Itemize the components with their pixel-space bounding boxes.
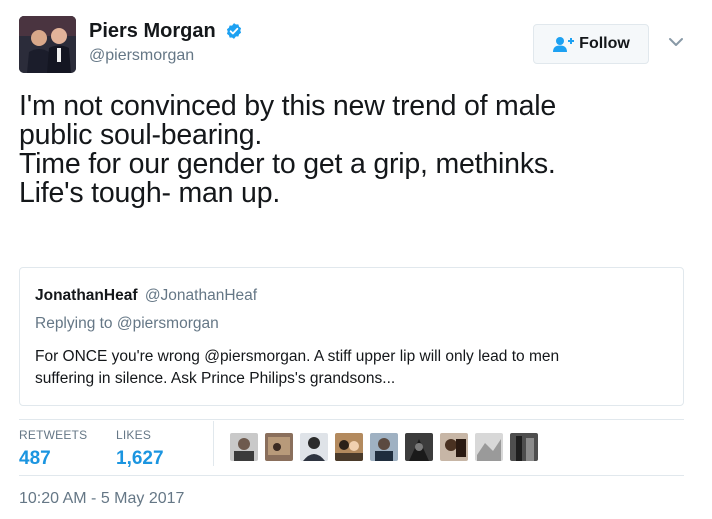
quoted-tweet-text: For ONCE you're wrong @piersmorgan. A st… [35,346,655,390]
likes-label: LIKES [116,428,152,442]
author-name[interactable]: Piers Morgan [89,19,216,43]
liker-avatar[interactable] [405,433,433,461]
tweet-timestamp[interactable]: 10:20 AM - 5 May 2017 [19,490,184,508]
liker-avatar[interactable] [300,433,328,461]
quoted-reply-context: Replying to @piersmorgan [35,315,219,332]
quoted-author-handle: @JonathanHeaf [144,287,258,304]
retweets-stat[interactable]: RETWEETS 487 [19,428,87,470]
divider [19,419,684,420]
likes-stat[interactable]: LIKES 1,627 [116,428,164,470]
tweet-text-line: Time for our gender to get a grip, methi… [19,148,556,180]
liker-avatar[interactable] [230,433,258,461]
tweet-text-line: I'm not convinced by this new trend of m… [19,90,557,122]
quoted-text-line: For ONCE you're wrong @piersmorgan. A st… [35,348,560,365]
retweets-count: 487 [19,448,51,469]
author-info: Piers Morgan @piersmorgan [89,19,243,66]
liker-avatar[interactable] [510,433,538,461]
follow-button[interactable]: Follow [533,24,649,64]
liker-avatar[interactable] [475,433,503,461]
add-person-icon [553,37,575,52]
liker-avatar[interactable] [335,433,363,461]
divider [213,421,214,466]
author-avatar[interactable] [19,16,76,73]
quoted-tweet-card[interactable]: JonathanHeaf @JonathanHeaf Replying to @… [19,267,684,406]
liker-avatars [230,433,545,461]
verified-badge-icon [227,23,242,39]
follow-button-label: Follow [579,35,630,52]
liker-avatar[interactable] [265,433,293,461]
tweet-text-line: public soul-bearing. [19,119,263,151]
quoted-tweet-header: JonathanHeaf @JonathanHeaf [35,287,257,305]
author-handle[interactable]: @piersmorgan [89,46,243,66]
chevron-down-icon[interactable] [668,36,684,48]
tweet-text: I'm not convinced by this new trend of m… [19,92,689,208]
likes-count: 1,627 [116,448,164,469]
quoted-text-line: suffering in silence. Ask Prince Philips… [35,370,396,387]
quoted-author-name: JonathanHeaf [35,287,138,304]
divider [19,475,684,476]
liker-avatar[interactable] [370,433,398,461]
liker-avatar[interactable] [440,433,468,461]
avatar-photo [19,16,76,73]
tweet-text-line: Life's tough- man up. [19,177,281,209]
retweets-label: RETWEETS [19,428,88,442]
